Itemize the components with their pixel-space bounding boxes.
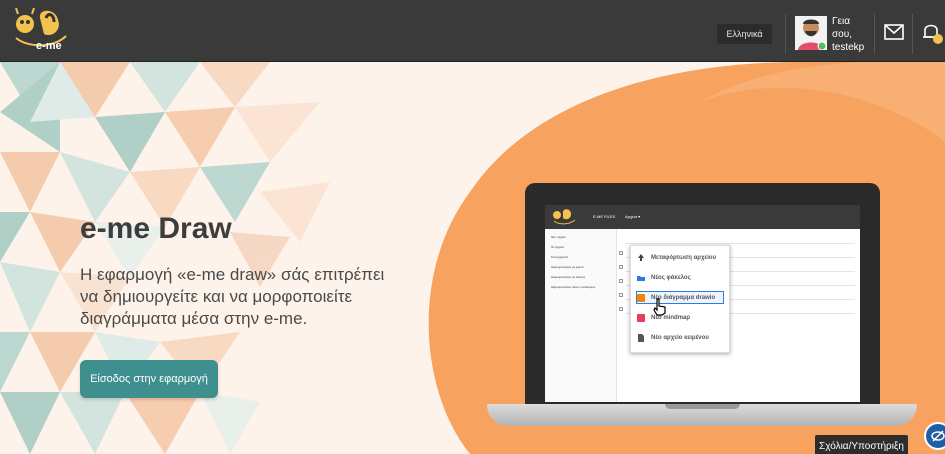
screen-sidebar-item: Διαμοιρασμένα με άλλους bbox=[551, 275, 586, 279]
e-me-logo[interactable]: e-me bbox=[8, 7, 78, 58]
new-file-menu: Μεταφόρτωση αρχείου Νέος φάκελος Νέο διά… bbox=[630, 245, 730, 353]
divider bbox=[874, 14, 875, 54]
screen-sidebar-item: Διαμοιρασμένα μέσω συνδέσμων bbox=[551, 285, 596, 289]
screen-sidebar-item: Διαμοιρασμένα με εμένα bbox=[551, 265, 584, 269]
screen-row-line bbox=[625, 243, 855, 244]
screen-topbar: E-ME FILES Αρχεία ▾ bbox=[545, 205, 860, 229]
menu-item-label: Νέο αρχείο κειμένου bbox=[651, 335, 709, 341]
divider bbox=[785, 14, 786, 54]
user-greeting[interactable]: Γεια σου, testekp bbox=[832, 15, 872, 54]
language-selector[interactable]: Ελληνικά bbox=[717, 24, 772, 44]
screen-sidebar-item: Κοινόχρηστα bbox=[551, 255, 569, 259]
screen-checkbox bbox=[619, 251, 623, 255]
laptop-notch bbox=[665, 404, 740, 409]
screen-sidebar-item: Νέο αρχείο bbox=[551, 235, 566, 239]
avatar-icon bbox=[795, 16, 827, 51]
folder-icon bbox=[637, 276, 645, 281]
screen-checkbox bbox=[619, 307, 623, 311]
screen-nav-files: E-ME FILES bbox=[593, 214, 616, 219]
mail-icon[interactable] bbox=[884, 24, 904, 40]
app-title: e-me Draw bbox=[80, 212, 232, 245]
laptop-screen: E-ME FILES Αρχεία ▾ Νέο αρχείο Τα αρχεία… bbox=[545, 205, 860, 402]
drawio-icon bbox=[637, 294, 645, 302]
text-file-icon bbox=[638, 334, 644, 342]
mindmap-icon bbox=[637, 314, 645, 322]
username-text: testekp bbox=[832, 42, 865, 53]
eye-slash-icon bbox=[931, 430, 945, 442]
app-description: Η εφαρμογή «e-me draw» σάς επιτρέπει να … bbox=[80, 265, 385, 328]
screen-checkbox bbox=[619, 265, 623, 269]
logo-text: e-me bbox=[36, 40, 62, 52]
screen-checkbox bbox=[619, 279, 623, 283]
screen-sidebar-item: Τα αρχεία bbox=[551, 245, 564, 249]
menu-item-drawio: Νέο διάγραμμα drawio bbox=[637, 291, 715, 305]
screen-checkbox bbox=[619, 293, 623, 297]
menu-item-label: Νέος φάκελος bbox=[651, 275, 691, 281]
menu-item-text-file: Νέο αρχείο κειμένου bbox=[637, 331, 709, 345]
hand-cursor-icon bbox=[653, 298, 666, 316]
menu-item-folder: Νέος φάκελος bbox=[637, 271, 691, 285]
user-avatar[interactable] bbox=[795, 16, 827, 51]
screen-sidebar: Νέο αρχείο Τα αρχεία Κοινόχρηστα Διαμοιρ… bbox=[545, 229, 617, 402]
top-navigation-bar: e-me Ελληνικά Γεια σου, testekp bbox=[0, 0, 945, 62]
upload-icon bbox=[638, 254, 644, 261]
menu-item-upload: Μεταφόρτωση αρχείου bbox=[637, 251, 716, 265]
feedback-support-button[interactable]: Σχόλια/Υποστήριξη bbox=[815, 435, 908, 454]
notification-bell-icon[interactable] bbox=[921, 19, 945, 45]
menu-item-label: Μεταφόρτωση αρχείου bbox=[651, 255, 717, 261]
divider bbox=[912, 14, 913, 54]
enter-app-button[interactable]: Είσοδος στην εφαρμογή bbox=[80, 360, 218, 398]
accessibility-button[interactable] bbox=[924, 422, 945, 450]
screen-logo-icon bbox=[553, 209, 576, 225]
screen-nav-dropdown: Αρχεία ▾ bbox=[625, 214, 641, 219]
greeting-text: Γεια σου, bbox=[832, 16, 852, 40]
